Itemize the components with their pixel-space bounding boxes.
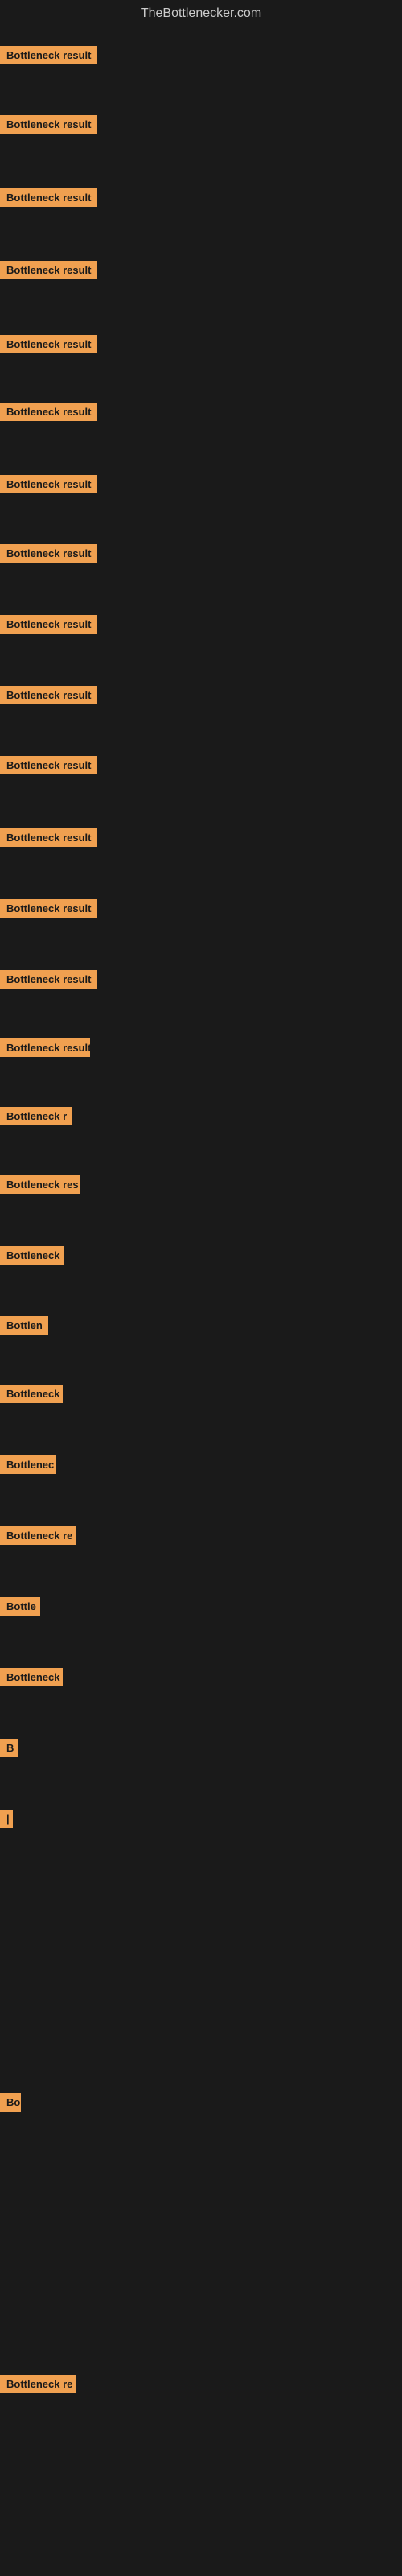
list-item: Bottleneck r [0,1107,72,1125]
list-item: Bottleneck re [0,2375,76,2393]
bottleneck-badge: Bo [0,2093,21,2112]
list-item: Bo [0,2093,21,2112]
list-item: Bottleneck result [0,115,97,134]
list-item: Bottle [0,1597,40,1616]
bottleneck-badge: B [0,1739,18,1757]
list-item: Bottleneck result [0,899,97,918]
bottleneck-badge: Bottleneck result [0,188,97,207]
bottleneck-badge: Bottleneck re [0,2375,76,2393]
bottleneck-badge: Bottleneck result [0,686,97,704]
bottleneck-badge: Bottleneck result [0,828,97,847]
list-item: Bottleneck result [0,475,97,493]
bottleneck-badge: Bottleneck re [0,1526,76,1545]
bottleneck-badge: Bottleneck result [0,615,97,634]
list-item: Bottleneck result [0,686,97,704]
bottleneck-badge: Bottleneck result [0,402,97,421]
bottleneck-badge: Bottleneck result [0,970,97,989]
bottleneck-badge: Bottleneck [0,1668,63,1686]
bottleneck-badge: Bottleneck result [0,335,97,353]
list-item: Bottleneck result [0,335,97,353]
bottleneck-badge: Bottleneck r [0,1107,72,1125]
list-item: Bottleneck result [0,544,97,563]
list-item: Bottleneck result [0,261,97,279]
bottleneck-badge: Bottleneck result [0,544,97,563]
bottleneck-badge: Bottleneck [0,1246,64,1265]
list-item: Bottleneck [0,1668,63,1686]
list-item: Bottleneck result [0,1038,90,1057]
bottleneck-badge: Bottleneck result [0,261,97,279]
site-title: TheBottlenecker.com [0,0,402,27]
list-item: Bottleneck res [0,1175,80,1194]
list-item: Bottleneck result [0,615,97,634]
bottleneck-badge: Bottleneck result [0,475,97,493]
list-item: B [0,1739,18,1757]
list-item: Bottleneck result [0,970,97,989]
list-item: Bottlen [0,1316,48,1335]
bottleneck-badge: Bottleneck result [0,115,97,134]
bottleneck-badge: Bottlenec [0,1455,56,1474]
list-item: Bottleneck result [0,402,97,421]
list-item: | [0,1810,13,1828]
list-item: Bottleneck result [0,188,97,207]
bottleneck-badge: Bottle [0,1597,40,1616]
list-item: Bottleneck result [0,828,97,847]
list-item: Bottleneck [0,1385,63,1403]
bottleneck-badge: Bottleneck res [0,1175,80,1194]
bottleneck-badge: Bottleneck result [0,1038,90,1057]
bottleneck-badge: Bottleneck result [0,899,97,918]
list-item: Bottleneck result [0,756,97,774]
bottleneck-badge: Bottleneck result [0,756,97,774]
list-item: Bottleneck re [0,1526,76,1545]
bottleneck-badge: Bottlen [0,1316,48,1335]
bottleneck-badge: Bottleneck result [0,46,97,64]
list-item: Bottleneck result [0,46,97,64]
list-item: Bottleneck [0,1246,64,1265]
bottleneck-badge: Bottleneck [0,1385,63,1403]
list-item: Bottlenec [0,1455,56,1474]
bottleneck-badge: | [0,1810,13,1828]
